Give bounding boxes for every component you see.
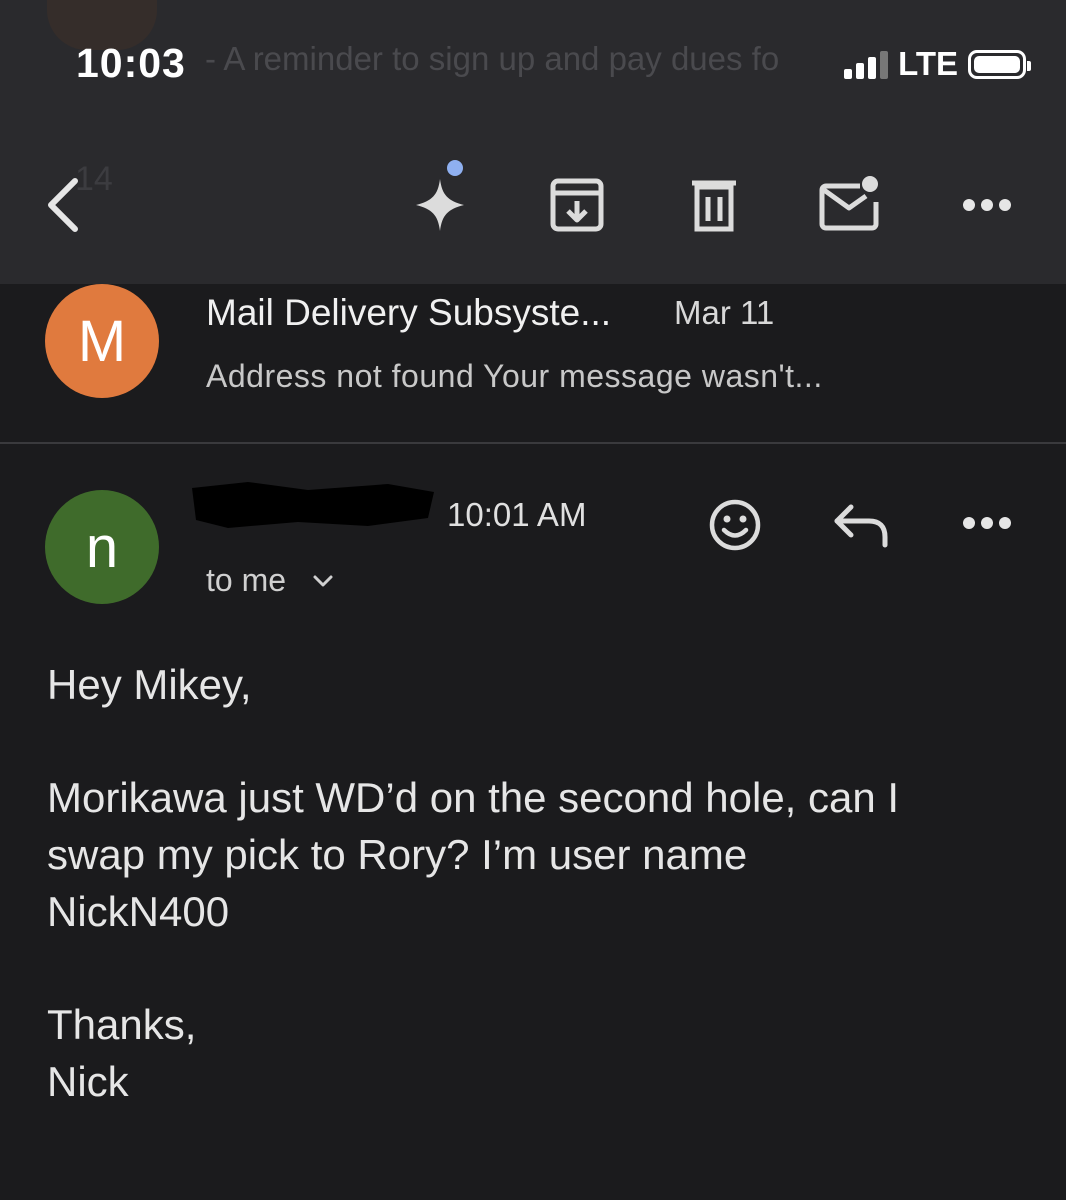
reply-icon [834, 504, 888, 548]
message-more-button[interactable] [958, 508, 1016, 538]
body-line: Morikawa just WD’d on the second hole, c… [47, 774, 900, 821]
sparkle-icon [416, 160, 464, 231]
avatar: M [45, 284, 159, 398]
mark-unread-button[interactable] [818, 172, 884, 234]
top-app-bar: - A reminder to sign up and pay dues fo … [0, 0, 1066, 284]
body-line: NickN400 [47, 888, 230, 935]
trash-icon [692, 180, 736, 232]
mail-unread-icon [819, 176, 879, 231]
body-line: swap my pick to Rory? I’m user name [47, 831, 748, 878]
redacted-sender-name [192, 482, 434, 528]
battery-icon [968, 49, 1031, 79]
recipients-label: to me [206, 562, 287, 598]
network-label: LTE [898, 45, 958, 82]
sender-avatar[interactable]: n [45, 490, 159, 604]
chevron-down-icon [313, 575, 333, 586]
message-body: Hey Mikey, Morikawa just WD’d on the sec… [47, 656, 1037, 1110]
archive-button[interactable] [546, 176, 608, 234]
recipients-toggle[interactable]: to me [206, 562, 334, 599]
more-horizontal-icon [963, 517, 1011, 529]
more-options-button[interactable] [958, 190, 1016, 220]
status-indicators: LTE [844, 45, 1031, 83]
gemini-button[interactable] [408, 155, 474, 235]
more-horizontal-icon [963, 199, 1011, 211]
preview-sender: Mail Delivery Subsyste... [206, 292, 612, 333]
status-time: 10:03 [76, 40, 186, 86]
message-time: 10:01 AM [447, 496, 587, 533]
signoff: Thanks, [47, 1001, 197, 1048]
preview-date: Mar 11 [674, 294, 775, 331]
signature: Nick [47, 1058, 129, 1105]
thread-preview-row[interactable]: M Mail Delivery Subsyste... Mar 11 Addre… [0, 284, 1066, 444]
chevron-left-icon [48, 178, 78, 232]
delete-button[interactable] [686, 176, 742, 234]
back-button[interactable] [38, 172, 88, 238]
email-screen: - A reminder to sign up and pay dues fo … [0, 0, 1066, 1200]
signal-icon [844, 49, 889, 79]
preview-snippet: Address not found Your message wasn't... [206, 358, 823, 394]
greeting: Hey Mikey, [47, 661, 252, 708]
add-reaction-button[interactable] [704, 496, 766, 554]
reply-button[interactable] [830, 500, 892, 550]
archive-icon [550, 178, 604, 232]
emoji-icon [709, 499, 761, 551]
faded-snippet: - A reminder to sign up and pay dues fo [205, 40, 780, 77]
